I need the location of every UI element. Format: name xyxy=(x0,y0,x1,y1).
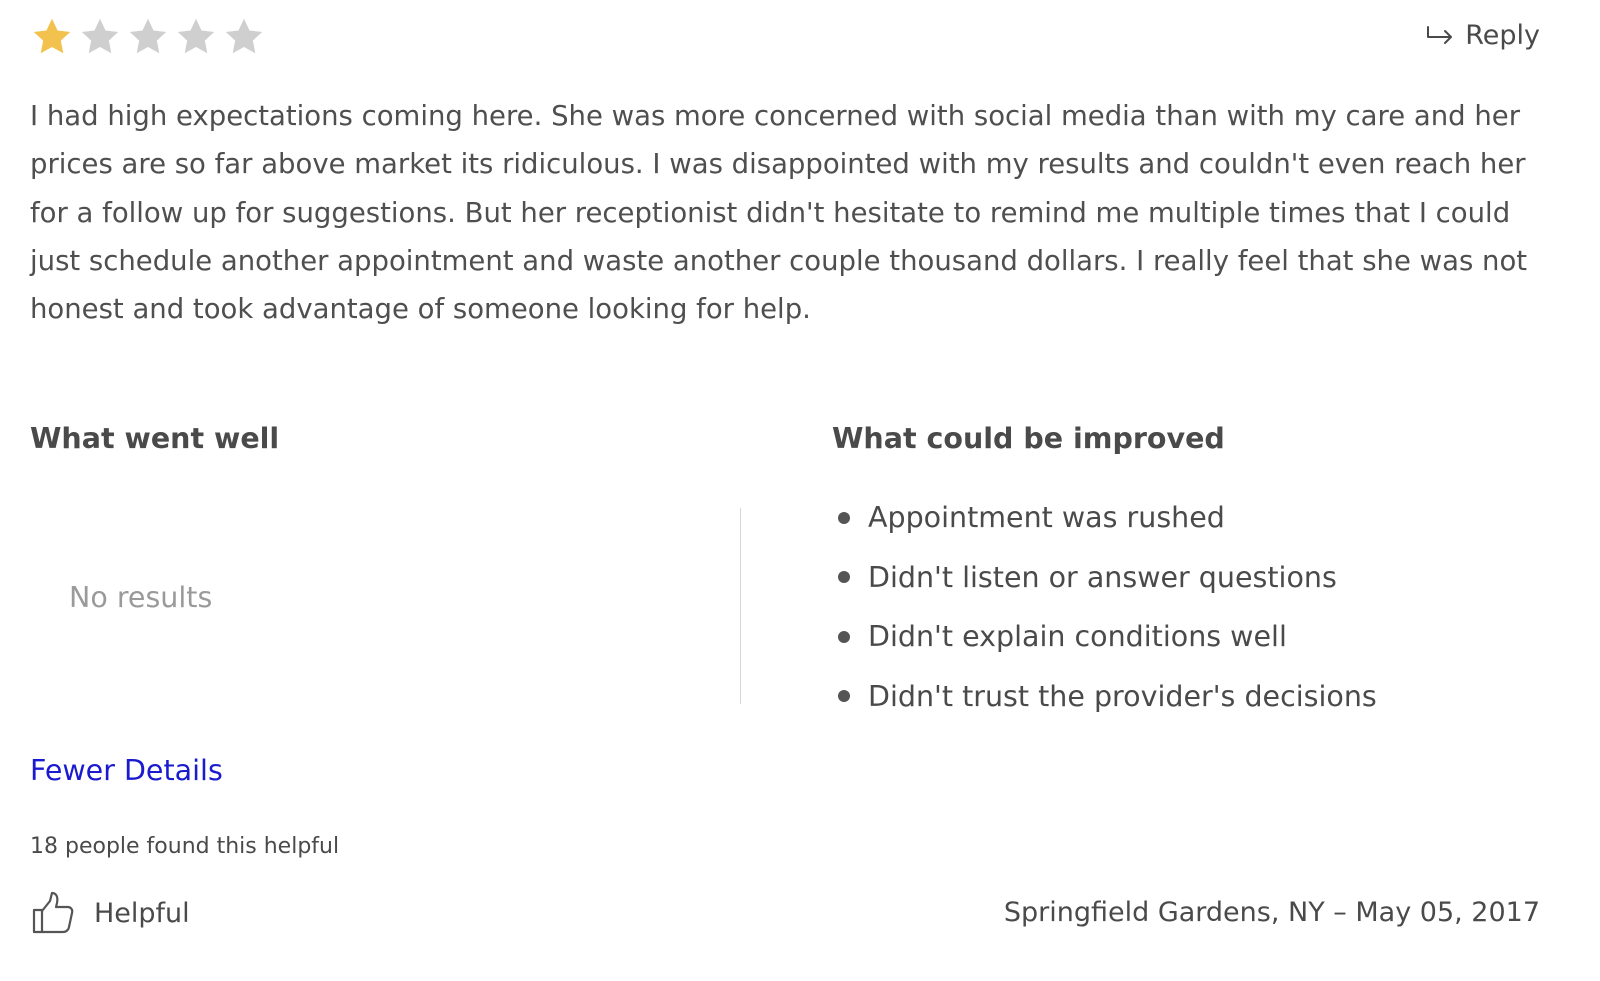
list-item: Appointment was rushed xyxy=(838,488,1377,548)
list-item-label: Didn't explain conditions well xyxy=(868,620,1287,654)
helpful-count-text: 18 people found this helpful xyxy=(30,834,340,859)
review-card: Reply I had high expectations coming her… xyxy=(0,0,1600,981)
went-well-heading: What went well xyxy=(30,422,280,455)
star-icon xyxy=(129,18,167,54)
reply-button[interactable]: Reply xyxy=(1425,20,1540,51)
list-item: Didn't trust the provider's decisions xyxy=(838,667,1377,727)
column-divider xyxy=(740,508,741,704)
review-body: I had high expectations coming here. She… xyxy=(30,100,1528,326)
star-icon xyxy=(225,18,263,54)
location-date: Springfield Gardens, NY – May 05, 2017 xyxy=(1003,897,1540,928)
helpful-button[interactable]: Helpful xyxy=(30,890,190,936)
thumbs-up-icon xyxy=(32,891,74,934)
star-icon xyxy=(81,18,119,54)
list-item: Didn't explain conditions well xyxy=(838,607,1377,667)
bullet-icon xyxy=(838,690,850,703)
list-item-label: Didn't listen or answer questions xyxy=(868,560,1337,594)
reply-arrow-icon xyxy=(1427,25,1453,44)
bullet-icon xyxy=(838,571,850,584)
bullet-icon xyxy=(838,630,850,643)
improvement-list: Appointment was rushed Didn't listen or … xyxy=(838,488,1377,726)
helpful-label: Helpful xyxy=(94,897,190,929)
bullet-icon xyxy=(838,511,850,524)
could-improve-heading: What could be improved xyxy=(832,422,1225,455)
went-well-empty-text: No results xyxy=(69,581,213,614)
list-item-label: Appointment was rushed xyxy=(868,501,1225,535)
fewer-details-link[interactable]: Fewer Details xyxy=(30,754,223,787)
list-item-label: Didn't trust the provider's decisions xyxy=(868,679,1377,713)
reply-label: Reply xyxy=(1465,20,1540,51)
star-icon xyxy=(33,18,71,54)
star-icon xyxy=(177,18,215,54)
list-item: Didn't listen or answer questions xyxy=(838,548,1377,608)
star-rating xyxy=(28,14,268,60)
